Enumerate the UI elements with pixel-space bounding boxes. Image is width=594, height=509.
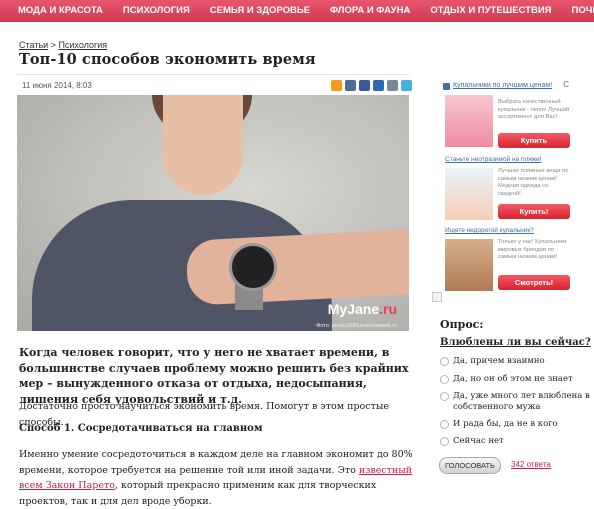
- poll-option[interactable]: Да, уже много лет влюблена в собственног…: [440, 391, 590, 413]
- photo-credit: Фото: powie15/Rusmediabank.ru: [316, 323, 397, 329]
- article-paragraph-2: Именно умение сосредоточиться в каждом д…: [19, 449, 413, 507]
- title-divider: [17, 74, 409, 75]
- ad-close-icon[interactable]: [432, 292, 442, 302]
- poll-heading: Опрос:: [440, 318, 484, 331]
- radio-button[interactable]: [440, 437, 449, 446]
- photo-watermark: MyJane.ru: [327, 301, 397, 317]
- watch-icon: [229, 243, 277, 291]
- article-subheading: Способ 1. Сосредотачиваться на главном: [19, 423, 263, 434]
- radio-button[interactable]: [440, 375, 449, 384]
- ad-title[interactable]: Станьте неотразимой на пляже!: [445, 156, 542, 163]
- vote-button[interactable]: ГОЛОСОВАТЬ: [439, 457, 501, 474]
- ad-image[interactable]: [445, 95, 493, 147]
- photo-face: [163, 95, 243, 195]
- livejournal-icon[interactable]: [387, 80, 398, 91]
- poll-option[interactable]: Да, причем взаимно: [440, 356, 590, 367]
- ad-header[interactable]: Купальники по лучшим ценам! C: [441, 80, 571, 93]
- ad-header-link[interactable]: Купальники по лучшим ценам!: [453, 82, 552, 89]
- sidebar-ad: Купальники по лучшим ценам! C Выбрать ка…: [441, 80, 571, 293]
- ad-view-button[interactable]: Смотреть!: [498, 275, 570, 290]
- nav-item-travel[interactable]: ОТДЫХ И ПУТЕШЕСТВИЯ: [430, 0, 551, 22]
- ad-image[interactable]: [445, 168, 493, 220]
- ad-buy-button[interactable]: Купить: [498, 133, 570, 148]
- breadcrumb-section-link[interactable]: Психология: [58, 40, 107, 50]
- breadcrumb-separator: >: [48, 40, 59, 50]
- article-photo: MyJane.ru Фото: powie15/Rusmediabank.ru: [17, 95, 409, 331]
- ad-text[interactable]: Лучшие пляжные вещи по самым низким цена…: [498, 168, 570, 198]
- ad-text[interactable]: Выбрать качественный купальник - легко! …: [498, 99, 570, 122]
- ad-item[interactable]: Выбрать качественный купальник - легко! …: [445, 95, 571, 157]
- ad-image[interactable]: [445, 239, 493, 291]
- ad-marker-icon: [443, 83, 450, 90]
- article-date: 11 июня 2014, 8:03: [22, 81, 92, 90]
- photo-arm: [185, 229, 409, 306]
- poll-question[interactable]: Влюблены ли вы сейчас?: [440, 337, 591, 348]
- radio-button[interactable]: [440, 357, 449, 366]
- radio-button[interactable]: [440, 392, 449, 401]
- poll-option[interactable]: Сейчас нет: [440, 436, 590, 447]
- poll-answers-link[interactable]: 342 ответа: [511, 460, 551, 469]
- radio-button[interactable]: [440, 420, 449, 429]
- nav-item-fashion[interactable]: МОДА И КРАСОТА: [18, 0, 103, 22]
- ad-buy-button[interactable]: Купить!: [498, 204, 570, 219]
- ad-item[interactable]: Ищете недорогой купальник? Только у нас!…: [445, 227, 571, 291]
- odnoklassniki-icon[interactable]: [331, 80, 342, 91]
- article-lead: Когда человек говорит, что у него не хва…: [19, 346, 409, 406]
- poll-option[interactable]: И рада бы, да не в кого: [440, 419, 590, 430]
- vk-icon[interactable]: [345, 80, 356, 91]
- refresh-icon[interactable]: C: [563, 80, 569, 89]
- nav-item-family[interactable]: СЕМЬЯ И ЗДОРОВЬЕ: [210, 0, 310, 22]
- twitter-icon[interactable]: [401, 80, 412, 91]
- breadcrumb-home-link[interactable]: Статьи: [19, 40, 48, 50]
- share-buttons: [331, 80, 412, 91]
- article-title: Топ-10 способов экономить время: [19, 51, 316, 68]
- ad-item[interactable]: Станьте неотразимой на пляже! Лучшие пля…: [445, 156, 571, 220]
- facebook-icon[interactable]: [359, 80, 370, 91]
- mailru-icon[interactable]: [373, 80, 384, 91]
- top-navigation: МОДА И КРАСОТА ПСИХОЛОГИЯ СЕМЬЯ И ЗДОРОВ…: [0, 0, 594, 22]
- nav-item-read[interactable]: ПОЧИТАЙ: [571, 0, 594, 22]
- poll-option[interactable]: Да, но он об этом не знает: [440, 374, 590, 385]
- ad-title[interactable]: Ищете недорогой купальник?: [445, 227, 534, 234]
- breadcrumb: Статьи > Психология: [19, 40, 107, 50]
- nav-item-flora[interactable]: ФЛОРА И ФАУНА: [330, 0, 410, 22]
- nav-item-psychology[interactable]: ПСИХОЛОГИЯ: [123, 0, 190, 22]
- ad-text[interactable]: Только у нас! Купальники мировых брендов…: [498, 239, 570, 262]
